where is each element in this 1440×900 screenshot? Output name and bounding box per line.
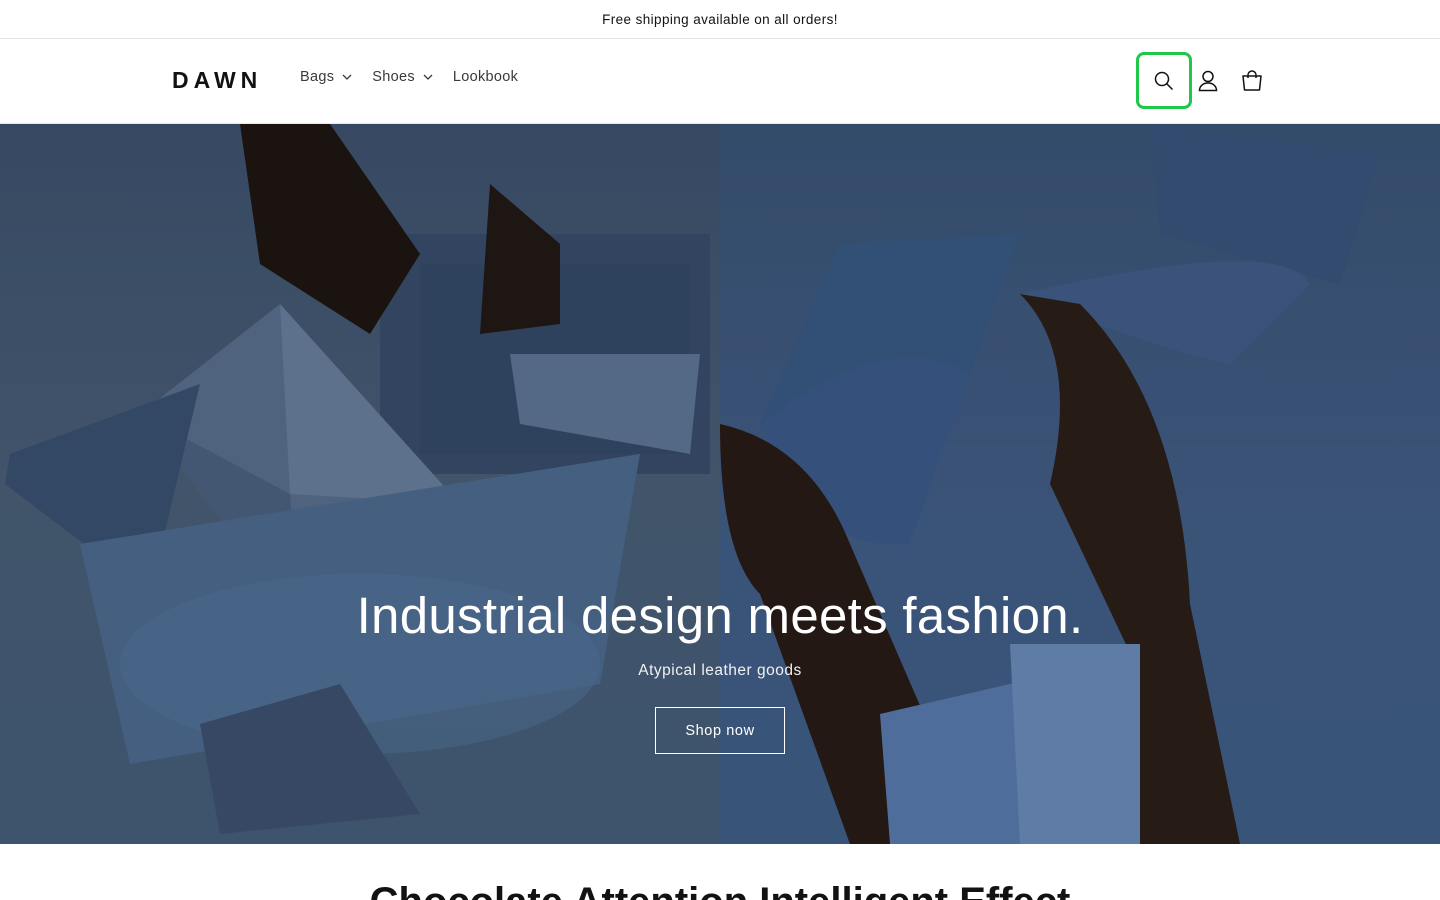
search-icon	[1154, 71, 1174, 90]
chevron-down-icon	[423, 74, 433, 80]
account-icon	[1198, 70, 1218, 92]
nav-item-bags[interactable]: Bags	[300, 69, 352, 85]
cart-button[interactable]	[1230, 59, 1274, 103]
nav-item-label: Shoes	[372, 69, 415, 85]
hero-title: Industrial design meets fashion.	[356, 587, 1084, 644]
nav-item-label: Bags	[300, 69, 335, 85]
announcement-bar: Free shipping available on all orders!	[0, 0, 1440, 39]
nav-item-label: Lookbook	[452, 69, 519, 85]
store-logo[interactable]: DAWN	[172, 67, 262, 94]
nav-item-shoes[interactable]: Shoes	[372, 69, 433, 85]
shop-now-button[interactable]: Shop now	[655, 707, 785, 754]
search-button[interactable]	[1141, 56, 1187, 105]
section-heading: Chocolate Attention Intelligent Effect	[0, 880, 1440, 900]
hero-subtitle: Atypical leather goods	[638, 662, 802, 679]
nav-item-lookbook[interactable]: Lookbook	[453, 69, 518, 85]
main-nav: Bags Shoes Lookbook	[300, 69, 538, 85]
account-button[interactable]	[1186, 59, 1230, 103]
cart-icon	[1242, 70, 1262, 91]
announcement-text: Free shipping available on all orders!	[602, 11, 838, 27]
chevron-down-icon	[342, 74, 352, 80]
